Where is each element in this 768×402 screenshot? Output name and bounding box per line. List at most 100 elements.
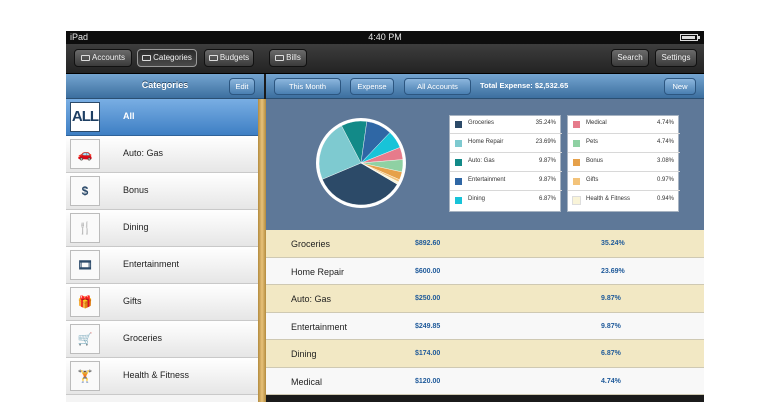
- fork-knife-icon: 🍴: [70, 213, 100, 243]
- settings-button[interactable]: Settings: [655, 49, 697, 67]
- row-category: Home Repair: [291, 266, 345, 277]
- gift-icon: 🎁: [70, 287, 100, 317]
- legend-swatch: [573, 159, 580, 166]
- row-percent: 6.87%: [601, 350, 621, 357]
- row-category: Auto: Gas: [291, 294, 332, 304]
- category-label: Bonus: [123, 185, 149, 195]
- legend-label: Auto: Gas: [468, 158, 495, 164]
- dumbbell-icon: 🏋: [70, 361, 100, 391]
- budget-icon: [208, 55, 218, 61]
- row-amount: $174.00: [415, 350, 441, 357]
- category-label: Groceries: [123, 333, 163, 343]
- legend-label: Pets: [586, 139, 599, 145]
- category-row[interactable]: 🏋 Health & Fitness: [66, 358, 258, 395]
- legend-value: 6.87%: [538, 196, 556, 202]
- main-toolbar: Accounts Categories Budgets Bills Search…: [66, 44, 704, 74]
- panel-divider: [258, 99, 266, 402]
- table-row[interactable]: Medical $120.00 4.74%: [266, 367, 704, 395]
- legend-label: Bonus: [586, 158, 604, 164]
- all-icon: ALL: [70, 102, 100, 132]
- cash-icon: $: [70, 176, 100, 206]
- legend-swatch: [572, 196, 581, 205]
- legend-item: Dining 6.87%: [450, 192, 562, 210]
- row-percent: 9.87%: [601, 295, 621, 302]
- ipad-screen: iPad 4:40 PM Accounts Categories Budgets…: [66, 31, 704, 402]
- category-row[interactable]: 🎁 Gifts: [66, 284, 258, 321]
- row-percent: 35.24%: [601, 240, 625, 247]
- legend-value: 0.97%: [656, 177, 674, 183]
- row-amount: $120.00: [415, 377, 441, 385]
- legend-value: 23.69%: [535, 139, 556, 145]
- period-filter-button[interactable]: This Month: [274, 78, 341, 95]
- row-amount: $250.00: [415, 295, 441, 302]
- type-filter-button[interactable]: Expense: [350, 78, 394, 95]
- category-row[interactable]: 🎞 Entertainment: [66, 247, 258, 284]
- legend-value: 35.24%: [535, 120, 556, 126]
- legend-swatch: [573, 140, 580, 147]
- legend-value: 4.74%: [656, 139, 674, 145]
- category-list: ALL All 🚗 Auto: Gas $ Bonus 🍴 Dining 🎞 E…: [66, 99, 258, 402]
- legend-swatch: [573, 121, 580, 128]
- total-expense-label: Total Expense: $2,532.65: [480, 81, 569, 90]
- chart-panel: Groceries 35.24% Home Repair 23.69% Auto…: [266, 99, 704, 230]
- edit-button[interactable]: Edit: [229, 78, 255, 95]
- category-label: Gifts: [123, 296, 142, 306]
- table-row[interactable]: Entertainment $249.85 9.87%: [266, 312, 704, 340]
- legend-item: Bonus 3.08%: [568, 154, 680, 172]
- category-row[interactable]: $ Bonus: [66, 173, 258, 210]
- cart-icon: 🛒: [70, 324, 100, 354]
- legend-swatch: [455, 121, 462, 128]
- legend-item: Groceries 35.24%: [450, 116, 562, 134]
- legend-label: Home Repair: [468, 139, 504, 145]
- budgets-tab-label: Budgets: [219, 53, 250, 62]
- table-row[interactable]: Auto: Gas $250.00 9.87%: [266, 285, 704, 313]
- row-category: Dining: [291, 349, 317, 359]
- category-row[interactable]: ALL All: [66, 99, 258, 136]
- accounts-tab-button[interactable]: Accounts: [74, 49, 132, 67]
- table-row[interactable]: Groceries $892.60 35.24%: [266, 230, 704, 258]
- wallet-icon: [81, 55, 91, 61]
- bills-tab-button[interactable]: Bills: [269, 49, 307, 67]
- category-label: Health & Fitness: [123, 370, 190, 380]
- table-row[interactable]: Dining $174.00 6.87%: [266, 340, 704, 368]
- status-bar: iPad 4:40 PM: [66, 31, 704, 44]
- row-category: Entertainment: [291, 321, 348, 332]
- row-amount: $892.60: [415, 240, 441, 247]
- row-amount: $600.00: [415, 267, 441, 275]
- categories-icon: [142, 55, 152, 61]
- bills-tab-label: Bills: [286, 53, 301, 62]
- filter-bar: This Month Expense All Accounts Total Ex…: [266, 74, 704, 99]
- clock: 4:40 PM: [368, 32, 402, 42]
- legend-value: 9.87%: [538, 158, 556, 164]
- legend-label: Gifts: [586, 177, 599, 183]
- bills-icon: [275, 55, 285, 61]
- accounts-filter-button[interactable]: All Accounts: [404, 78, 471, 95]
- legend-swatch: [455, 140, 462, 147]
- battery-icon: [680, 33, 700, 43]
- legend-item: Entertainment 9.87%: [450, 173, 562, 191]
- category-row[interactable]: 🛒 Groceries: [66, 321, 258, 358]
- legend-item: Home Repair 23.69%: [450, 135, 562, 153]
- categories-header: Categories Edit: [66, 74, 264, 99]
- categories-tab-label: Categories: [153, 53, 192, 62]
- row-amount: $249.85: [415, 322, 441, 330]
- row-percent: 4.74%: [601, 377, 621, 385]
- categories-tab-button[interactable]: Categories: [137, 49, 197, 67]
- car-icon: 🚗: [70, 139, 100, 169]
- budgets-tab-button[interactable]: Budgets: [204, 49, 254, 67]
- row-category: Medical: [291, 376, 323, 387]
- legend-label: Entertainment: [468, 177, 506, 183]
- category-row[interactable]: 🚗 Auto: Gas: [66, 136, 258, 173]
- legend-label: Health & Fitness: [586, 196, 631, 202]
- row-percent: 23.69%: [601, 267, 625, 275]
- search-button[interactable]: Search: [611, 49, 649, 67]
- category-row[interactable]: 🍴 Dining: [66, 210, 258, 247]
- new-button[interactable]: New: [664, 78, 696, 95]
- table-row[interactable]: Home Repair $600.00 23.69%: [266, 257, 704, 285]
- accounts-tab-label: Accounts: [92, 53, 125, 62]
- legend-item: Gifts 0.97%: [568, 173, 680, 191]
- category-label: Dining: [123, 222, 149, 232]
- legend-swatch: [455, 178, 462, 185]
- row-category: Groceries: [291, 239, 331, 249]
- legend-value: 0.94%: [656, 196, 674, 202]
